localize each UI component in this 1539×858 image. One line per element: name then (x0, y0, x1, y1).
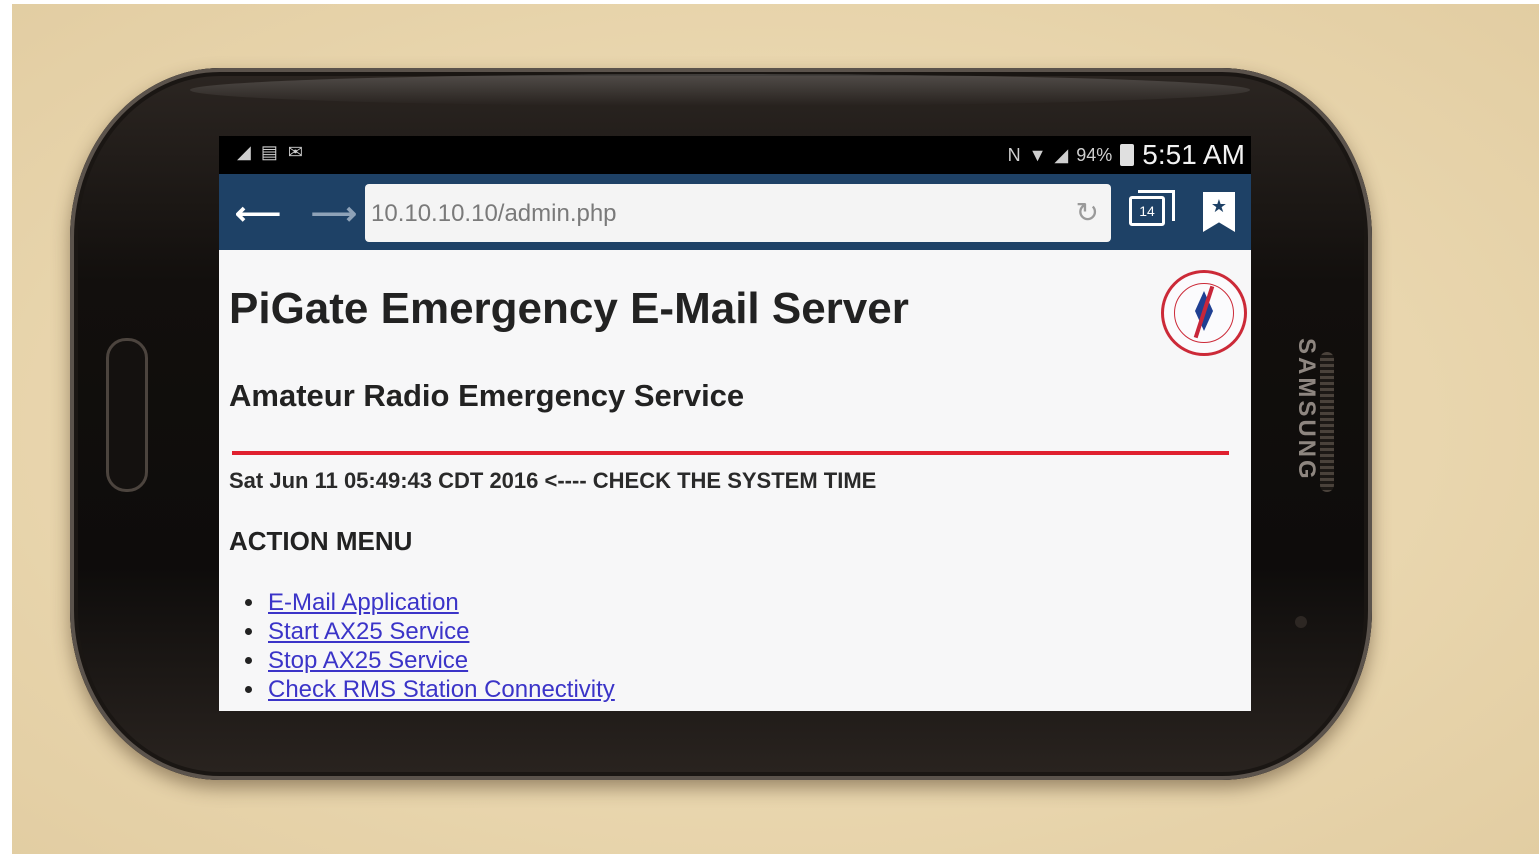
cell-signal-icon: ◢ (1054, 144, 1069, 165)
phone-glare (190, 74, 1250, 106)
email-application-link[interactable]: E-Mail Application (268, 588, 459, 617)
message-icon: ▤ (260, 142, 278, 162)
list-item: Start AX25 Service (245, 617, 615, 646)
system-time: Sat Jun 11 05:49:43 CDT 2016 <---- CHECK… (229, 468, 877, 493)
earpiece-speaker (1320, 352, 1334, 492)
browser-toolbar: ⟵ ⟶ 10.10.10.10/admin.php ↻ 14 ★ (219, 174, 1251, 250)
start-ax25-link[interactable]: Start AX25 Service (268, 617, 469, 646)
status-icons-right: N ▼ ◢ 94% 5:51 AM (1008, 139, 1245, 171)
brand-label: SAMSUNG (1293, 338, 1320, 482)
forward-arrow-icon[interactable]: ⟶ (311, 194, 357, 232)
nfc-icon: N (1007, 144, 1021, 165)
battery-percent: 94% (1076, 144, 1113, 165)
bullet (245, 628, 252, 635)
tab-count: 14 (1139, 203, 1155, 219)
status-bar: ◢ ▤ ✉ N ▼ ◢ 94% 5:51 AM (219, 136, 1251, 174)
web-page: PiGate Emergency E-Mail Server Amateur R… (219, 250, 1251, 711)
home-button[interactable] (106, 338, 148, 492)
bullet (245, 657, 252, 664)
battery-icon (1120, 144, 1135, 166)
bullet (245, 599, 252, 606)
url-text[interactable]: 10.10.10.10/admin.php (371, 200, 617, 228)
signal-icon: ◢ (237, 142, 251, 162)
clock: 5:51 AM (1142, 139, 1245, 170)
tabs-button[interactable]: 14 (1129, 190, 1175, 226)
back-arrow-icon[interactable]: ⟵ (235, 194, 281, 232)
phone-screen: ◢ ▤ ✉ N ▼ ◢ 94% 5:51 AM ⟵ ⟶ 10.10.10.10/… (219, 136, 1251, 711)
address-bar[interactable]: 10.10.10.10/admin.php ↻ (365, 184, 1111, 242)
page-subtitle: Amateur Radio Emergency Service (229, 378, 745, 413)
list-item: Stop AX25 Service (245, 646, 615, 675)
list-item: E-Mail Application (245, 588, 615, 617)
divider (232, 451, 1229, 455)
action-menu-list: E-Mail Application Start AX25 Service St… (245, 588, 615, 704)
wifi-icon: ▼ (1028, 144, 1047, 165)
ares-logo (1161, 270, 1247, 356)
status-icons-left: ◢ ▤ ✉ (237, 142, 303, 163)
stop-ax25-link[interactable]: Stop AX25 Service (268, 646, 468, 675)
bookmark-icon[interactable]: ★ (1203, 192, 1235, 232)
menu-heading: ACTION MENU (229, 526, 413, 556)
proximity-sensor (1295, 616, 1307, 628)
page-title: PiGate Emergency E-Mail Server (229, 284, 909, 333)
bullet (245, 686, 252, 693)
check-rms-link[interactable]: Check RMS Station Connectivity (268, 675, 615, 704)
list-item: Check RMS Station Connectivity (245, 675, 615, 704)
reload-icon[interactable]: ↻ (1076, 196, 1099, 229)
mail-icon: ✉ (287, 142, 303, 162)
